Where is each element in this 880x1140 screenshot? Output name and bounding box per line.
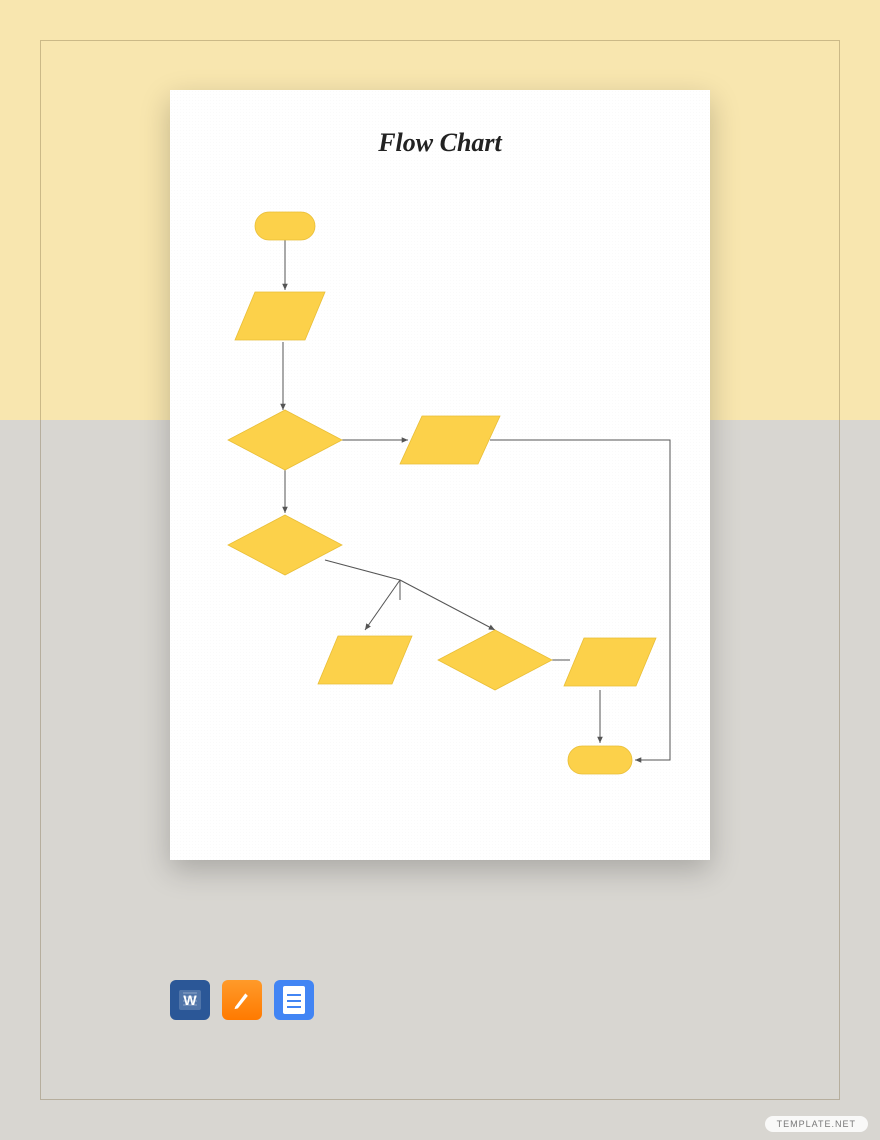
connector [490, 440, 670, 760]
parallelogram-input [235, 292, 325, 340]
decision-node [438, 630, 552, 690]
decision-node [228, 515, 342, 575]
terminator-start [255, 212, 315, 240]
connector [365, 580, 400, 630]
parallelogram-io [318, 636, 412, 684]
svg-text:W: W [183, 992, 197, 1008]
flowchart-canvas [170, 90, 710, 860]
document-page: Flow Chart [170, 90, 710, 860]
google-docs-icon [274, 980, 314, 1020]
connector [325, 560, 400, 600]
pages-icon [222, 980, 262, 1020]
decision-node [228, 410, 342, 470]
word-icon: W [170, 980, 210, 1020]
terminator-end [568, 746, 632, 774]
format-icon-row: W [170, 980, 314, 1020]
watermark: TEMPLATE.NET [765, 1116, 868, 1132]
parallelogram-io [400, 416, 500, 464]
parallelogram-io [564, 638, 656, 686]
connector [400, 580, 495, 630]
